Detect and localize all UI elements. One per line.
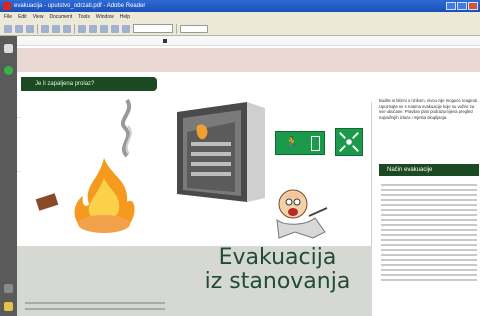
right-column: Budite si blizini o rizikom, nivou nije … <box>379 98 479 120</box>
assembly-point-icon <box>335 128 363 156</box>
attachments-icon[interactable] <box>4 284 13 293</box>
running-person-illustration <box>276 189 328 239</box>
minimize-button[interactable] <box>446 2 456 10</box>
pages-icon[interactable] <box>4 44 13 53</box>
toolbar-separator <box>176 23 177 34</box>
bookmarks-icon[interactable] <box>4 66 13 75</box>
big-title-line-2: iz stanovanja <box>204 269 351 294</box>
menu-document[interactable]: Document <box>49 14 72 20</box>
rotate-icon[interactable] <box>122 24 130 33</box>
toolbar-separator <box>74 23 75 34</box>
menu-tools[interactable]: Tools <box>78 14 90 20</box>
big-title-line-1: Evakuacija <box>218 245 337 270</box>
email-icon[interactable] <box>26 24 34 33</box>
open-icon[interactable] <box>4 24 12 33</box>
menu-help[interactable]: Help <box>120 14 130 20</box>
zoom-out-icon[interactable] <box>78 24 86 33</box>
footer-rule <box>25 302 165 304</box>
document-view[interactable]: Je li zapaljena prolaz? ... ... 🏃 Budite… <box>17 36 480 316</box>
emergency-exit-icon: 🏃 <box>275 131 325 155</box>
book-icon <box>35 193 59 211</box>
menu-bar: File Edit View Document Tools Window Hel… <box>0 12 480 22</box>
doorway-illustration <box>177 102 265 202</box>
find-field[interactable] <box>180 24 208 33</box>
maximize-button[interactable] <box>457 2 467 10</box>
left-label-1: ... <box>17 114 21 119</box>
toolbar <box>0 22 480 36</box>
footer-rule <box>25 308 165 310</box>
fire-illustration <box>74 158 135 233</box>
menu-edit[interactable]: Edit <box>18 14 27 20</box>
prev-page-icon[interactable] <box>100 24 108 33</box>
big-title: Evakuacija iz stanovanja <box>185 246 370 294</box>
column-divider <box>371 102 372 252</box>
select-tool-icon[interactable] <box>63 24 71 33</box>
left-label-2: ... <box>17 168 21 173</box>
body-text-lines <box>381 184 477 284</box>
menu-view[interactable]: View <box>33 14 44 20</box>
toolbar-separator <box>37 23 38 34</box>
smoke-illustration <box>121 98 132 158</box>
page-strip <box>17 36 480 46</box>
zoom-in-icon[interactable] <box>89 24 97 33</box>
exit-door-icon <box>311 136 320 151</box>
print-icon[interactable] <box>15 24 23 33</box>
next-page-icon[interactable] <box>111 24 119 33</box>
close-button[interactable] <box>468 2 478 10</box>
window-title: evakuacija - uputstvo_odrzati.pdf - Adob… <box>14 3 146 9</box>
header-band <box>17 48 480 72</box>
menu-window[interactable]: Window <box>96 14 114 20</box>
question-label: Je li zapaljena prolaz? <box>21 77 157 91</box>
page-marker-icon <box>163 39 167 43</box>
menu-file[interactable]: File <box>4 14 12 20</box>
adobe-reader-icon <box>3 2 11 10</box>
hand-tool-icon[interactable] <box>52 24 60 33</box>
title-bar: evakuacija - uputstvo_odrzati.pdf - Adob… <box>0 0 480 12</box>
window-controls <box>446 2 478 10</box>
zoom-field[interactable] <box>133 24 173 33</box>
section-title: Način evakuacije <box>379 164 479 176</box>
comments-icon[interactable] <box>4 302 13 311</box>
intro-paragraph: Budite si blizini o rizikom, nivou nije … <box>379 98 479 120</box>
navigation-panel <box>0 36 17 316</box>
search-icon[interactable] <box>41 24 49 33</box>
running-man-icon: 🏃 <box>285 137 299 149</box>
